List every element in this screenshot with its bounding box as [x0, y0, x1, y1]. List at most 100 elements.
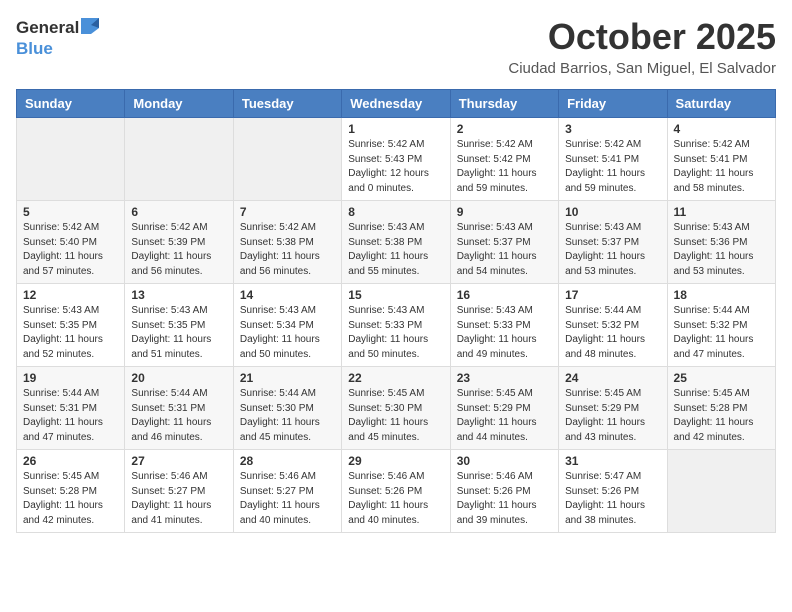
day-number: 9	[457, 205, 552, 219]
calendar-cell: 8 Sunrise: 5:43 AM Sunset: 5:38 PM Daylig…	[342, 201, 450, 284]
calendar-table: SundayMondayTuesdayWednesdayThursdayFrid…	[16, 89, 776, 533]
day-number: 13	[131, 288, 226, 302]
day-info: Sunrise: 5:43 AM Sunset: 5:33 PM Dayligh…	[457, 304, 552, 362]
day-number: 23	[457, 371, 552, 385]
day-info: Sunrise: 5:43 AM Sunset: 5:34 PM Dayligh…	[240, 304, 335, 362]
day-number: 10	[565, 205, 660, 219]
day-info: Sunrise: 5:47 AM Sunset: 5:26 PM Dayligh…	[565, 470, 660, 528]
calendar-cell: 17Sunrise: 5:44 AM Sunset: 5:32 PM Dayli…	[559, 284, 667, 367]
day-number: 16	[457, 288, 552, 302]
day-info: Sunrise: 5:43 AM Sunset: 5:38 PM Dayligh…	[348, 221, 443, 279]
calendar-header-row: SundayMondayTuesdayWednesdayThursdayFrid…	[17, 90, 776, 118]
logo-general-text: General	[16, 18, 79, 38]
day-info: Sunrise: 5:44 AM Sunset: 5:31 PM Dayligh…	[131, 387, 226, 445]
calendar-cell: 21 Sunrise: 5:44 AM Sunset: 5:30 PM Dayli…	[233, 367, 341, 450]
day-number: 5	[23, 205, 118, 219]
day-info: Sunrise: 5:44 AM Sunset: 5:32 PM Dayligh…	[674, 304, 769, 362]
calendar-cell: 1Sunrise: 5:42 AM Sunset: 5:43 PM Daylig…	[342, 118, 450, 201]
column-header-sunday: Sunday	[17, 90, 125, 118]
day-info: Sunrise: 5:43 AM Sunset: 5:33 PM Dayligh…	[348, 304, 443, 362]
day-info: Sunrise: 5:42 AM Sunset: 5:42 PM Dayligh…	[457, 138, 552, 196]
day-number: 26	[23, 454, 118, 468]
calendar-cell: 16 Sunrise: 5:43 AM Sunset: 5:33 PM Dayli…	[450, 284, 558, 367]
day-number: 24	[565, 371, 660, 385]
calendar-cell	[125, 118, 233, 201]
calendar-cell: 27 Sunrise: 5:46 AM Sunset: 5:27 PM Dayli…	[125, 450, 233, 533]
calendar-week-row: 1Sunrise: 5:42 AM Sunset: 5:43 PM Daylig…	[17, 118, 776, 201]
header: General Blue October 2025 Ciudad Barrios…	[16, 16, 776, 77]
day-number: 17	[565, 288, 660, 302]
day-info: Sunrise: 5:46 AM Sunset: 5:26 PM Dayligh…	[348, 470, 443, 528]
calendar-cell: 7 Sunrise: 5:42 AM Sunset: 5:38 PM Daylig…	[233, 201, 341, 284]
logo-blue-text: Blue	[16, 39, 53, 58]
day-info: Sunrise: 5:46 AM Sunset: 5:27 PM Dayligh…	[131, 470, 226, 528]
calendar-cell: 23 Sunrise: 5:45 AM Sunset: 5:29 PM Dayli…	[450, 367, 558, 450]
calendar-cell: 6Sunrise: 5:42 AM Sunset: 5:39 PM Daylig…	[125, 201, 233, 284]
calendar-cell: 2Sunrise: 5:42 AM Sunset: 5:42 PM Daylig…	[450, 118, 558, 201]
calendar-cell: 28Sunrise: 5:46 AM Sunset: 5:27 PM Dayli…	[233, 450, 341, 533]
day-info: Sunrise: 5:42 AM Sunset: 5:41 PM Dayligh…	[674, 138, 769, 196]
day-number: 7	[240, 205, 335, 219]
day-number: 29	[348, 454, 443, 468]
calendar-cell: 22Sunrise: 5:45 AM Sunset: 5:30 PM Dayli…	[342, 367, 450, 450]
day-info: Sunrise: 5:45 AM Sunset: 5:29 PM Dayligh…	[565, 387, 660, 445]
day-number: 3	[565, 122, 660, 136]
calendar-cell: 9 Sunrise: 5:43 AM Sunset: 5:37 PM Daylig…	[450, 201, 558, 284]
calendar-cell: 10 Sunrise: 5:43 AM Sunset: 5:37 PM Dayli…	[559, 201, 667, 284]
logo: General Blue	[16, 16, 99, 59]
column-header-tuesday: Tuesday	[233, 90, 341, 118]
calendar-week-row: 12 Sunrise: 5:43 AM Sunset: 5:35 PM Dayli…	[17, 284, 776, 367]
day-info: Sunrise: 5:45 AM Sunset: 5:28 PM Dayligh…	[674, 387, 769, 445]
calendar-cell: 29 Sunrise: 5:46 AM Sunset: 5:26 PM Dayli…	[342, 450, 450, 533]
day-number: 15	[348, 288, 443, 302]
day-info: Sunrise: 5:45 AM Sunset: 5:30 PM Dayligh…	[348, 387, 443, 445]
calendar-cell: 31 Sunrise: 5:47 AM Sunset: 5:26 PM Dayli…	[559, 450, 667, 533]
calendar-cell	[667, 450, 775, 533]
day-info: Sunrise: 5:43 AM Sunset: 5:37 PM Dayligh…	[565, 221, 660, 279]
calendar-week-row: 5 Sunrise: 5:42 AM Sunset: 5:40 PM Daylig…	[17, 201, 776, 284]
day-number: 25	[674, 371, 769, 385]
day-number: 14	[240, 288, 335, 302]
calendar-cell	[233, 118, 341, 201]
day-info: Sunrise: 5:43 AM Sunset: 5:35 PM Dayligh…	[131, 304, 226, 362]
day-info: Sunrise: 5:43 AM Sunset: 5:37 PM Dayligh…	[457, 221, 552, 279]
day-number: 28	[240, 454, 335, 468]
calendar-cell: 25 Sunrise: 5:45 AM Sunset: 5:28 PM Dayli…	[667, 367, 775, 450]
day-number: 11	[674, 205, 769, 219]
day-info: Sunrise: 5:43 AM Sunset: 5:36 PM Dayligh…	[674, 221, 769, 279]
calendar-cell: 11 Sunrise: 5:43 AM Sunset: 5:36 PM Dayli…	[667, 201, 775, 284]
calendar-location: Ciudad Barrios, San Miguel, El Salvador	[508, 60, 776, 77]
logo-arrow-icon	[81, 18, 99, 39]
calendar-week-row: 19 Sunrise: 5:44 AM Sunset: 5:31 PM Dayli…	[17, 367, 776, 450]
day-number: 21	[240, 371, 335, 385]
calendar-cell: 3Sunrise: 5:42 AM Sunset: 5:41 PM Daylig…	[559, 118, 667, 201]
day-info: Sunrise: 5:45 AM Sunset: 5:28 PM Dayligh…	[23, 470, 118, 528]
day-number: 4	[674, 122, 769, 136]
day-number: 27	[131, 454, 226, 468]
day-info: Sunrise: 5:45 AM Sunset: 5:29 PM Dayligh…	[457, 387, 552, 445]
calendar-week-row: 26 Sunrise: 5:45 AM Sunset: 5:28 PM Dayli…	[17, 450, 776, 533]
calendar-cell: 12 Sunrise: 5:43 AM Sunset: 5:35 PM Dayli…	[17, 284, 125, 367]
day-info: Sunrise: 5:42 AM Sunset: 5:39 PM Dayligh…	[131, 221, 226, 279]
column-header-thursday: Thursday	[450, 90, 558, 118]
calendar-cell: 26 Sunrise: 5:45 AM Sunset: 5:28 PM Dayli…	[17, 450, 125, 533]
day-number: 19	[23, 371, 118, 385]
day-info: Sunrise: 5:43 AM Sunset: 5:35 PM Dayligh…	[23, 304, 118, 362]
day-number: 8	[348, 205, 443, 219]
calendar-cell: 14 Sunrise: 5:43 AM Sunset: 5:34 PM Dayli…	[233, 284, 341, 367]
day-number: 12	[23, 288, 118, 302]
day-info: Sunrise: 5:44 AM Sunset: 5:30 PM Dayligh…	[240, 387, 335, 445]
day-number: 31	[565, 454, 660, 468]
day-info: Sunrise: 5:46 AM Sunset: 5:26 PM Dayligh…	[457, 470, 552, 528]
column-header-monday: Monday	[125, 90, 233, 118]
column-header-saturday: Saturday	[667, 90, 775, 118]
title-area: October 2025 Ciudad Barrios, San Miguel,…	[508, 16, 776, 77]
calendar-cell	[17, 118, 125, 201]
day-number: 18	[674, 288, 769, 302]
day-info: Sunrise: 5:42 AM Sunset: 5:43 PM Dayligh…	[348, 138, 443, 196]
calendar-cell: 20Sunrise: 5:44 AM Sunset: 5:31 PM Dayli…	[125, 367, 233, 450]
calendar-cell: 30Sunrise: 5:46 AM Sunset: 5:26 PM Dayli…	[450, 450, 558, 533]
day-info: Sunrise: 5:42 AM Sunset: 5:38 PM Dayligh…	[240, 221, 335, 279]
day-info: Sunrise: 5:42 AM Sunset: 5:40 PM Dayligh…	[23, 221, 118, 279]
calendar-cell: 18 Sunrise: 5:44 AM Sunset: 5:32 PM Dayli…	[667, 284, 775, 367]
